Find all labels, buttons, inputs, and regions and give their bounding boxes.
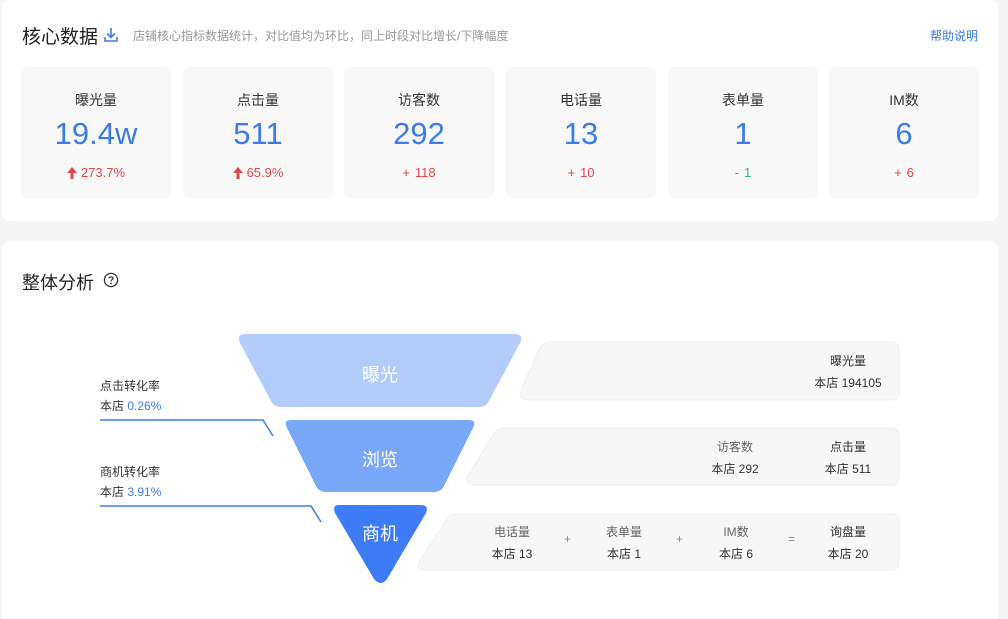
metric-label: 点击量 — [237, 92, 279, 108]
metric-inquiries-total: 询盘量 本店 20 — [808, 523, 888, 562]
metric-label: IM数 — [889, 92, 919, 108]
metric-number: 本店 511 — [824, 462, 872, 476]
metric-change: +6 — [829, 165, 979, 180]
metric-value: 19.4w — [54, 116, 138, 151]
metric-name: 表单量 — [605, 525, 642, 539]
metric-exposure-total: 曝光量 本店 194105 — [808, 352, 888, 391]
metric-card-clicks[interactable]: 点击量 511 65.9% — [183, 67, 333, 198]
metric-name: IM数 — [723, 525, 749, 539]
metric-number: 本店 20 — [827, 547, 869, 561]
metric-change: 273.7% — [21, 165, 171, 180]
change-sign: + — [894, 165, 902, 180]
metric-change: +118 — [344, 165, 494, 180]
metric-card-im[interactable]: IM数 6 +6 — [829, 67, 979, 198]
equals-operator: = — [788, 532, 796, 546]
metric-change-value: 65.9% — [246, 165, 284, 180]
conversion-value: 3.91% — [127, 485, 162, 499]
metric-change: +10 — [506, 165, 656, 180]
metric-name: 曝光量 — [829, 354, 866, 368]
funnel-chart — [100, 334, 522, 583]
metric-value: 6 — [895, 116, 913, 151]
metric-label: 表单量 — [722, 92, 764, 108]
metric-number: 本店 194105 — [814, 376, 882, 390]
metric-name: 询盘量 — [829, 525, 866, 539]
metric-number: 本店 6 — [718, 547, 753, 561]
change-sign: - — [734, 165, 740, 180]
overall-analysis-panel: 整体分析 曝光 浏览 商机 点击转化率 本店 0.26% 商机转化率 本店 3.… — [2, 241, 998, 619]
metric-change-value: 1 — [744, 165, 752, 180]
metric-change-value: 273.7% — [80, 165, 126, 180]
metric-change-value: 6 — [906, 165, 914, 180]
metric-value: 511 — [233, 116, 283, 151]
conversion-prefix: 本店 — [100, 399, 125, 413]
funnel-label-browse: 浏览 — [362, 450, 398, 470]
metric-value: 13 — [563, 116, 599, 151]
plus-operator: + — [676, 532, 684, 546]
metric-card-visitors[interactable]: 访客数 292 +118 — [344, 67, 494, 198]
metric-change: 65.9% — [183, 165, 333, 180]
metric-name: 电话量 — [493, 525, 530, 539]
download-icon[interactable] — [102, 26, 120, 44]
metric-value: 1 — [734, 116, 752, 151]
metric-visitors-total: 访客数 本店 292 — [695, 438, 775, 477]
metric-change-value: 10 — [580, 165, 595, 180]
conversion-value: 0.26% — [127, 399, 162, 413]
core-data-title: 核心数据 — [22, 27, 99, 48]
conversion-line-lead — [100, 505, 322, 523]
metric-name: 点击量 — [829, 440, 866, 454]
metric-card-forms[interactable]: 表单量 1 -1 — [668, 67, 818, 198]
metric-clicks-total: 点击量 本店 511 — [808, 438, 888, 477]
metric-calls-total: 电话量 本店 13 — [472, 523, 552, 562]
metric-number: 本店 13 — [491, 547, 533, 561]
conversion-prefix: 本店 — [100, 485, 125, 499]
arrow-up-icon — [66, 167, 77, 179]
funnel-label-exposure: 曝光 — [362, 365, 398, 385]
click-conversion-rate: 点击转化率 本店 0.26% — [100, 376, 161, 416]
help-link[interactable]: 帮助说明 — [930, 27, 978, 44]
metric-card-impressions[interactable]: 曝光量 19.4w 273.7% — [21, 67, 171, 198]
metric-forms-total: 表单量 本店 1 — [584, 523, 664, 562]
metric-card-calls[interactable]: 电话量 13 +10 — [506, 67, 656, 198]
funnel-label-leads: 商机 — [362, 524, 398, 544]
conversion-line-click — [100, 419, 274, 437]
plus-operator: + — [564, 532, 572, 546]
metric-name: 访客数 — [716, 440, 753, 454]
change-sign: + — [402, 165, 410, 180]
core-data-panel: 核心数据 店铺核心指标数据统计，对比值均为环比，同上时段对比增长/下降幅度 帮助… — [2, 0, 998, 221]
metric-value: 292 — [393, 116, 445, 151]
conversion-label: 商机转化率 — [100, 465, 161, 479]
metric-label: 访客数 — [398, 92, 440, 108]
metric-change-value: 118 — [414, 165, 436, 180]
metric-number: 本店 292 — [711, 462, 759, 476]
metric-label: 电话量 — [560, 92, 602, 108]
arrow-up-icon — [232, 167, 243, 179]
metric-change: -1 — [668, 165, 818, 180]
metric-label: 曝光量 — [75, 92, 117, 108]
lead-conversion-rate: 商机转化率 本店 3.91% — [100, 462, 161, 502]
change-sign: + — [567, 165, 576, 180]
conversion-label: 点击转化率 — [100, 379, 161, 393]
metric-im-total: IM数 本店 6 — [696, 523, 776, 562]
core-data-description: 店铺核心指标数据统计，对比值均为环比，同上时段对比增长/下降幅度 — [133, 29, 509, 43]
metric-number: 本店 1 — [606, 547, 641, 561]
